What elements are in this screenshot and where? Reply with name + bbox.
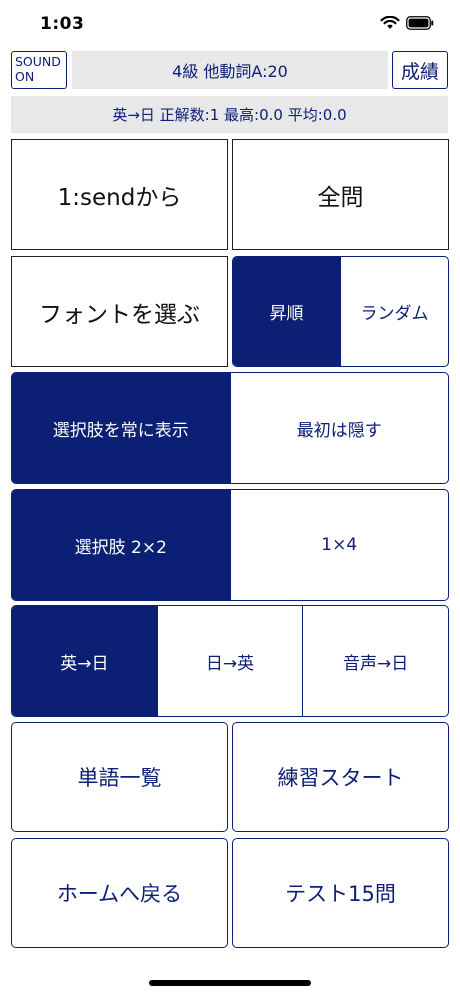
choices-grid-option[interactable]: 選択肢 2×2 [12,490,230,600]
font-select-button[interactable]: フォントを選ぶ [11,256,228,367]
set-title: 4級 他動詞A:20 [72,51,388,89]
status-time: 1:03 [40,14,85,34]
direction-en-ja-option[interactable]: 英→日 [12,606,157,716]
battery-icon [406,16,434,30]
always-show-choices-option[interactable]: 選択肢を常に表示 [12,373,230,483]
sound-state: ON [15,69,35,84]
order-segmented-control: 昇順 ランダム [232,256,449,367]
choices-list-option[interactable]: 1×4 [229,490,449,600]
order-ascending-option[interactable]: 昇順 [233,257,340,366]
practice-start-button[interactable]: 練習スタート [232,722,449,832]
order-random-option[interactable]: ランダム [340,257,448,366]
direction-audio-ja-option[interactable]: 音声→日 [302,606,448,716]
word-list-button[interactable]: 単語一覧 [11,722,228,832]
choices-display-control: 選択肢を常に表示 最初は隠す [11,372,449,484]
all-questions-button[interactable]: 全問 [232,139,449,250]
back-home-button[interactable]: ホームへ戻る [11,838,228,948]
stats-bar: 英→日 正解数:1 最高:0.0 平均:0.0 [11,96,448,133]
sound-toggle-button[interactable]: SOUND ON [11,51,67,89]
test-button[interactable]: テスト15問 [232,838,449,948]
direction-ja-en-option[interactable]: 日→英 [156,606,303,716]
wifi-icon [380,16,400,29]
hide-choices-first-option[interactable]: 最初は隠す [229,373,449,483]
status-icons [380,16,434,30]
choices-layout-control: 選択肢 2×2 1×4 [11,489,449,601]
score-button[interactable]: 成績 [392,51,448,89]
direction-control: 英→日 日→英 音声→日 [11,605,449,717]
start-from-button[interactable]: 1:sendから [11,139,228,250]
sound-label: SOUND [15,54,61,69]
home-indicator[interactable] [149,980,311,986]
